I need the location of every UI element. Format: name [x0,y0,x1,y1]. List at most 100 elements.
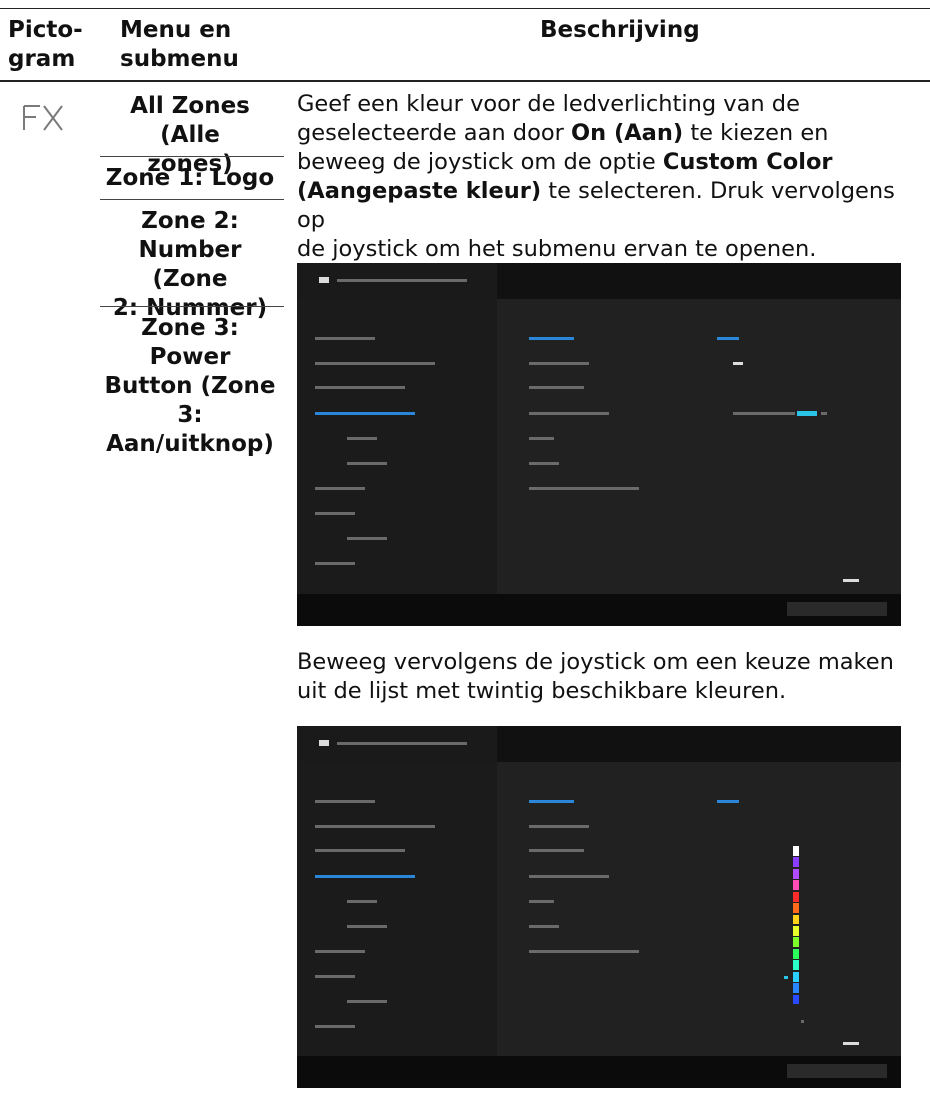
osd-menu-item-active [315,412,415,415]
osd-color-swatch [793,960,799,971]
header-menu-line2: submenu [120,46,239,72]
osd-screenshot-custom-color [297,263,901,626]
zone-separator [100,156,284,157]
osd-menu-item [347,437,377,440]
osd-value-on [717,800,739,803]
osd-submenu-item [529,412,609,415]
osd-submenu-item [529,950,639,953]
osd-menu-item [347,1000,387,1003]
desc1-line1: Geef een kleur voor de ledverlichting va… [297,91,800,117]
osd-bottom-tab [787,1064,887,1078]
osd-menu-item [315,950,365,953]
desc1-line2-text: geselecteerde aan door [297,120,571,146]
header-menu-line1: Menu en [120,17,232,43]
desc1-line3: beweeg de joystick om de optie Custom Co… [297,148,927,177]
osd-color-swatch [793,868,799,879]
osd-submenu-item [529,925,559,928]
zone-3-power: Zone 3: Power Button (Zone 3: Aan/uitkno… [100,314,280,459]
osd-exit-hint [843,1042,859,1045]
osd-color-swatch [793,903,799,914]
osd-value-color [733,412,795,415]
osd-value [733,362,743,365]
osd-menu-item [315,975,355,978]
osd-menu-item [347,537,387,540]
desc1-line2-text-end: te kiezen en [683,120,829,146]
header-bottom-rule [0,80,930,82]
osd-submenu-item [529,462,559,465]
osd-title-bar [297,263,497,299]
desc1-line2: geselecteerde aan door On (Aan) te kieze… [297,119,927,148]
osd-color-list-end [801,1020,804,1023]
osd-bottom-bar [297,1056,901,1088]
osd-value-on [717,337,739,340]
header-description: Beschrijving [540,17,700,43]
osd-menu-item [315,825,435,828]
osd-color-swatch [793,846,799,856]
osd-menu-item [347,900,377,903]
zone-2-line2: Number (Zone [138,237,242,292]
table-top-rule [0,8,930,9]
osd-bottom-bar [297,594,901,626]
header-menu: Menu en submenu [120,16,239,74]
osd-exit-hint [843,579,859,582]
osd-color-swatch [793,891,799,902]
osd-submenu-item [529,487,639,490]
zone-2-line1: Zone 2: [141,208,239,234]
description-2: Beweeg vervolgens de joystick om een keu… [297,648,927,706]
osd-submenu-panel [497,299,901,594]
osd-color-swatch [793,857,799,868]
desc1-aangepaste-kleur-label: (Aangepaste kleur) [297,178,542,204]
osd-title-text [337,742,467,745]
zone-3-line1: Zone 3: Power [141,315,239,370]
header-pictogram: Picto- gram [8,16,83,74]
osd-color-swatch [793,880,799,891]
osd-title-bar [297,726,497,762]
osd-menu-item [347,462,387,465]
zone-3-line2: Button (Zone 3: [104,373,276,428]
osd-color-swatch [793,971,799,982]
zone-3-line3: Aan/uitknop) [106,431,274,457]
osd-menu-item [315,562,355,565]
osd-submenu-item [529,437,554,440]
fx-icon [23,105,63,131]
zone-1-line1: Zone 1: Logo [105,165,275,191]
osd-menu-item-active [315,875,415,878]
osd-menu-panel [297,299,497,594]
osd-bottom-tab [787,602,887,616]
osd-submenu-item [529,362,589,365]
description-1: Geef een kleur voor de ledverlichting va… [297,90,927,264]
osd-color-swatch [793,948,799,959]
osd-title-text [319,740,329,746]
osd-submenu-item-active [529,800,574,803]
osd-menu-item [315,849,405,852]
osd-menu-item [315,512,355,515]
desc1-on-label: On (Aan) [571,120,684,146]
osd-menu-item [315,800,375,803]
zone-1-logo: Zone 1: Logo [100,164,280,193]
osd-color-swatch [793,983,799,994]
osd-color-swatch [793,914,799,925]
osd-title-text [337,279,467,282]
zone-all-line1: All Zones (Alle [130,93,250,148]
desc1-custom-color-label: Custom Color [662,149,833,175]
desc2-line2: uit de lijst met twintig beschikbare kle… [297,678,787,704]
osd-color-swatch [793,937,799,948]
osd-color-list [793,846,799,1006]
osd-submenu-item [529,900,554,903]
desc2-line1: Beweeg vervolgens de joystick om een keu… [297,649,894,675]
osd-submenu-panel [497,762,901,1056]
osd-color-swatch [793,994,799,1005]
osd-menu-item [315,487,365,490]
zone-separator [100,306,284,307]
osd-menu-item [315,386,405,389]
osd-menu-item [315,362,435,365]
desc1-line5: de joystick om het submenu ervan te open… [297,236,817,262]
desc1-line4: (Aangepaste kleur) te selecteren. Druk v… [297,177,927,235]
osd-value-color-swatch [797,411,817,416]
osd-submenu-item [529,849,584,852]
osd-screenshot-color-list [297,726,901,1088]
osd-menu-panel [297,762,497,1056]
osd-menu-item [315,337,375,340]
osd-menu-item [315,1025,355,1028]
osd-submenu-item [529,875,609,878]
